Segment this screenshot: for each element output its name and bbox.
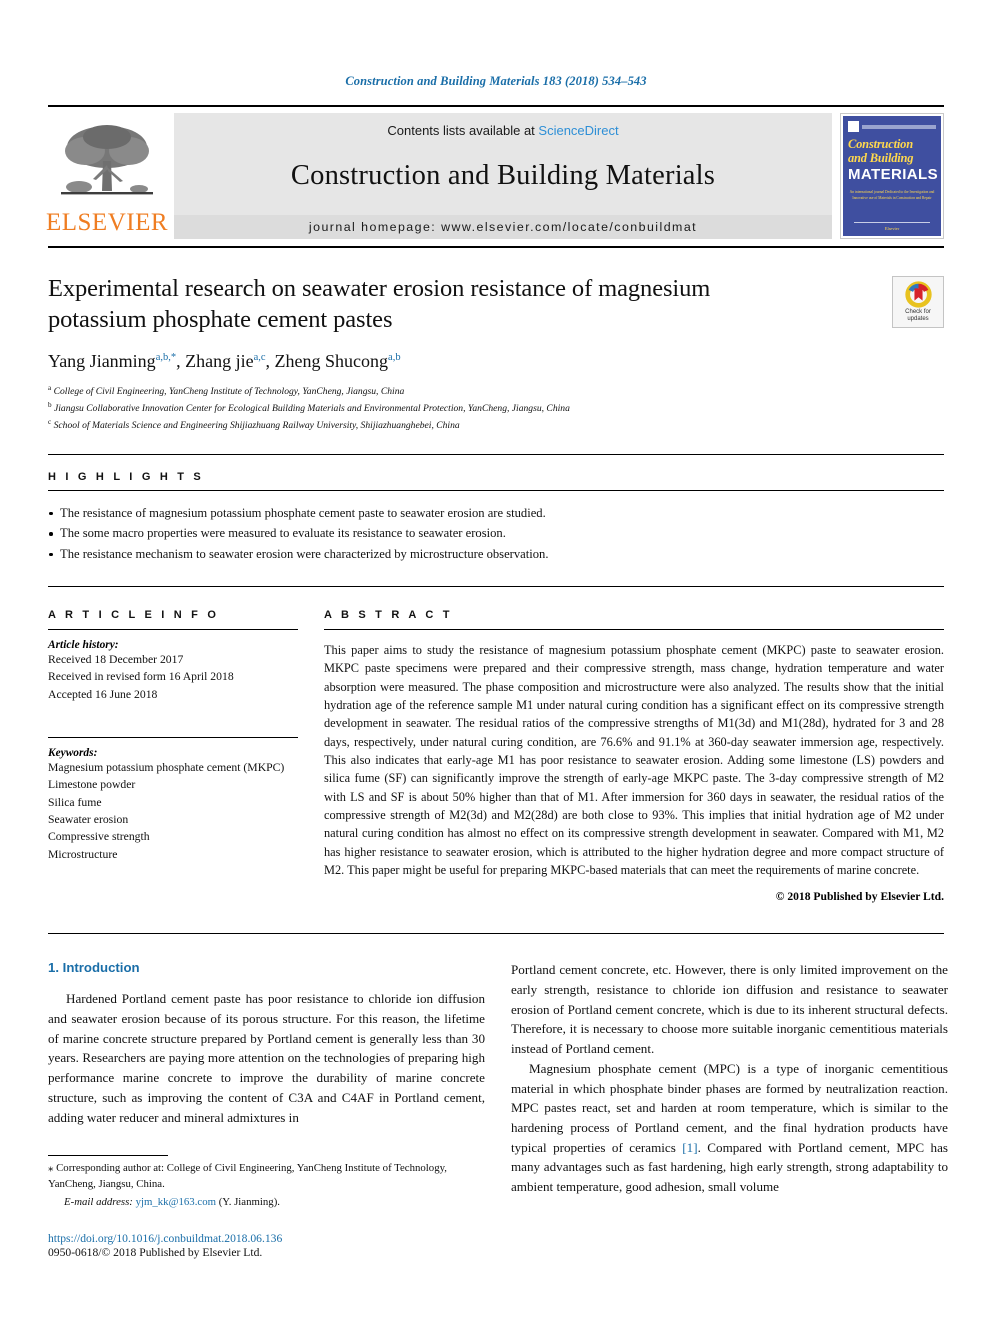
keyword-item: Magnesium potassium phosphate cement (MK…	[48, 760, 285, 774]
journal-cover-thumbnail: Construction and Building MATERIALS An i…	[840, 113, 944, 239]
elsevier-tree-icon	[61, 125, 153, 195]
abstract-column: A B S T R A C T This paper aims to study…	[324, 609, 944, 903]
article-history-item: Received in revised form 16 April 2018	[48, 670, 234, 684]
affiliation-mark: a	[48, 383, 52, 392]
keyword-item: Limestone powder	[48, 778, 136, 792]
journal-masthead: ELSEVIER Contents lists available at Sci…	[45, 105, 944, 239]
abstract-text: This paper aims to study the resistance …	[324, 643, 944, 877]
email-link[interactable]: yjm_kk@163.com	[136, 1196, 216, 1208]
email-note: E-mail address: yjm_kk@163.com (Y. Jianm…	[48, 1195, 485, 1211]
page-title: Experimental research on seawater erosio…	[48, 275, 711, 333]
info-top-rule	[48, 586, 944, 588]
affiliation-item: c School of Materials Science and Engine…	[48, 417, 944, 434]
email-suffix: (Y. Jianming).	[218, 1195, 280, 1208]
highlights-list: The resistance of magnesium potassium ph…	[48, 503, 944, 564]
article-info-column: A R T I C L E I N F O Article history: R…	[48, 609, 298, 903]
body-columns: 1. Introduction Hardened Portland cement…	[48, 960, 948, 1259]
footnote-block: ⁎ Corresponding author at: College of Ci…	[48, 1155, 485, 1259]
article-history-label: Article history:	[48, 639, 119, 652]
crossmark-label-line1: Check for	[905, 309, 931, 316]
highlights-heading: H I G H L I G H T S	[48, 470, 204, 483]
abstract-rule	[324, 629, 944, 631]
affiliation-mark: c	[48, 417, 52, 426]
affiliation-text: College of Civil Engineering, YanCheng I…	[53, 385, 405, 397]
keywords-block: Keywords: Magnesium potassium phosphate …	[48, 736, 298, 863]
author-affiliation-mark: a,b,*	[155, 351, 177, 363]
info-abstract-section: A R T I C L E I N F O Article history: R…	[48, 609, 944, 903]
keyword-item: Seawater erosion	[48, 812, 129, 826]
journal-homepage-link[interactable]: journal homepage: www.elsevier.com/locat…	[174, 215, 832, 239]
cover-topbar	[848, 121, 936, 132]
cover-title-line2: and Building	[848, 151, 914, 165]
elsevier-logo: ELSEVIER	[45, 113, 169, 239]
issn-copyright-line: 0950-0618/© 2018 Published by Elsevier L…	[48, 1246, 263, 1260]
article-info-heading: A R T I C L E I N F O	[48, 609, 220, 622]
article-history-item: Accepted 16 June 2018	[48, 687, 158, 701]
crossmark-icon	[904, 281, 932, 308]
corresponding-author-note: ⁎ Corresponding author at: College of Ci…	[48, 1161, 485, 1192]
keywords-label: Keywords:	[48, 746, 98, 759]
title-block: Experimental research on seawater erosio…	[48, 274, 944, 434]
cover-elsevier-mark-icon	[848, 121, 859, 132]
crossmark-badge[interactable]: Check for updates	[892, 276, 944, 328]
highlights-rule	[48, 489, 944, 491]
affiliation-text: School of Materials Science and Engineer…	[53, 420, 460, 431]
masthead-bottom-rule	[48, 246, 944, 248]
reference-link[interactable]: [1]	[682, 1140, 697, 1155]
cover-foot-rule	[854, 222, 930, 223]
keywords-rule	[48, 736, 298, 738]
author-list: Yang Jianminga,b,*, Zhang jiea,c, Zheng …	[48, 350, 401, 371]
elsevier-wordmark: ELSEVIER	[45, 209, 169, 236]
running-head: Construction and Building Materials 183 …	[345, 74, 647, 88]
affiliation-list: a College of Civil Engineering, YanCheng…	[48, 383, 944, 434]
author-name: Zhang jie	[185, 350, 254, 371]
email-label: E-mail address:	[64, 1195, 133, 1208]
affiliation-text: Jiangsu Collaborative Innovation Center …	[54, 402, 570, 414]
keyword-item: Silica fume	[48, 795, 102, 809]
affiliation-mark: b	[48, 400, 52, 409]
journal-band: Contents lists available at ScienceDirec…	[174, 113, 832, 239]
body-column-right: Portland cement concrete, etc. However, …	[511, 960, 948, 1259]
keyword-item: Microstructure	[48, 847, 118, 861]
paragraph: Hardened Portland cement paste has poor …	[48, 991, 485, 1125]
paper-page: Construction and Building Materials 183 …	[0, 0, 992, 1323]
journal-title: Construction and Building Materials	[290, 159, 716, 191]
crossmark-label: Check for updates	[905, 309, 931, 323]
highlights-top-rule	[48, 453, 944, 455]
footnote-rule	[48, 1155, 168, 1157]
paragraph: Portland cement concrete, etc. However, …	[511, 962, 948, 1057]
abstract-heading: A B S T R A C T	[324, 609, 453, 622]
author-name: Yang Jianming	[48, 350, 156, 371]
article-info-rule	[48, 629, 298, 631]
list-item: The resistance of magnesium potassium ph…	[48, 503, 944, 523]
keyword-item: Compressive strength	[48, 830, 150, 844]
affiliation-item: a College of Civil Engineering, YanCheng…	[48, 383, 944, 400]
crossmark-label-line2: updates	[907, 316, 929, 322]
paragraph: Magnesium phosphate cement (MPC) is a ty…	[511, 1059, 948, 1197]
sciencedirect-link[interactable]: ScienceDirect	[538, 123, 618, 138]
contents-available-line: Contents lists available at ScienceDirec…	[174, 123, 832, 138]
cover-blurb: An international journal Dedicated to th…	[849, 190, 935, 200]
body-top-rule	[48, 933, 944, 935]
list-item: The resistance mechanism to seawater ero…	[48, 544, 944, 564]
author-name: Zheng Shucong	[274, 350, 389, 371]
abstract-copyright: © 2018 Published by Elsevier Ltd.	[775, 890, 944, 904]
corresponding-author-mark: ⁎	[48, 1162, 54, 1175]
affiliation-item: b Jiangsu Collaborative Innovation Cente…	[48, 400, 944, 417]
contents-prefix: Contents lists available at	[387, 123, 539, 138]
cover-rule	[862, 124, 936, 129]
section-heading-introduction: 1. Introduction	[48, 960, 140, 976]
doi-block: https://doi.org/10.1016/j.conbuildmat.20…	[48, 1232, 485, 1259]
author-affiliation-mark: a,c	[253, 351, 266, 363]
doi-link[interactable]: https://doi.org/10.1016/j.conbuildmat.20…	[48, 1232, 485, 1245]
author-affiliation-mark: a,b	[388, 351, 401, 363]
cover-title-line1: Construction	[848, 137, 913, 151]
body-column-left: 1. Introduction Hardened Portland cement…	[48, 960, 485, 1259]
corresponding-author-text: Corresponding author at: College of Civi…	[48, 1162, 447, 1190]
article-history-item: Received 18 December 2017	[48, 653, 184, 667]
cover-title-line3: MATERIALS	[848, 166, 938, 183]
list-item: The some macro properties were measured …	[48, 523, 944, 543]
cover-foot-text: Elsevier	[884, 226, 900, 231]
highlights-section: H I G H L I G H T S The resistance of ma…	[48, 471, 944, 564]
